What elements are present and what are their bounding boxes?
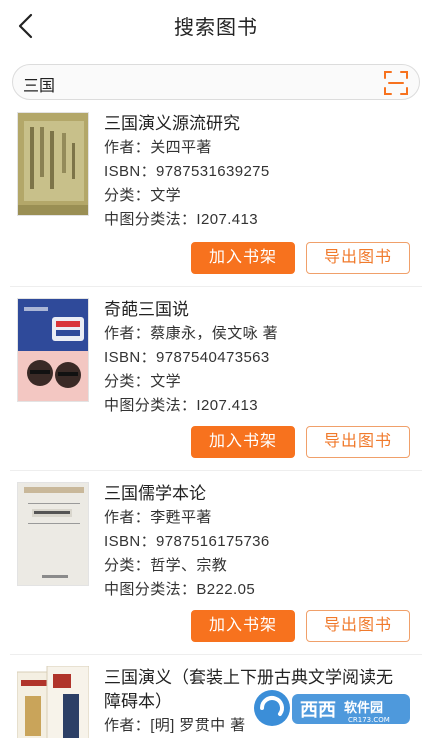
author-value: 李甦平著 (150, 509, 212, 526)
clc-value: I207.413 (196, 397, 258, 414)
page-title: 搜索图书 (174, 17, 258, 39)
author-label: 作者： (104, 509, 151, 526)
header-bar: 搜索图书 (0, 0, 432, 56)
clc-row: 中图分类法：I207.413 (104, 394, 278, 418)
book-cover (17, 666, 89, 738)
isbn-value: 9787531639275 (156, 163, 270, 180)
isbn-value: 9787516175736 (156, 533, 270, 550)
author-row: 作者：李甦平著 (104, 506, 270, 530)
clc-label: 中图分类法： (104, 211, 197, 228)
book-info: 三国演义源流研究 作者：关四平著 ISBN：9787531639275 分类：文… (104, 112, 270, 232)
author-value: [明] 罗贯中 著 (150, 717, 246, 734)
isbn-row: ISBN：9787531639275 (104, 160, 270, 184)
author-value: 蔡康永，侯文咏 著 (150, 325, 278, 342)
add-to-shelf-button[interactable]: 加入书架 (191, 242, 295, 274)
watermark-url: CR173.COM (348, 716, 390, 724)
isbn-row: ISBN：9787540473563 (104, 346, 278, 370)
book-title[interactable]: 奇葩三国说 (104, 298, 278, 322)
isbn-label: ISBN： (104, 533, 157, 550)
clc-row: 中图分类法：I207.413 (104, 208, 270, 232)
author-row: 作者：关四平著 (104, 136, 270, 160)
add-to-shelf-button[interactable]: 加入书架 (191, 426, 295, 458)
isbn-row: ISBN：9787516175736 (104, 530, 270, 554)
clc-value: B222.05 (196, 581, 256, 598)
export-book-button[interactable]: 导出图书 (306, 242, 410, 274)
author-row: 作者：蔡康永，侯文咏 著 (104, 322, 278, 346)
clc-row: 中图分类法：B222.05 (104, 578, 270, 602)
book-info: 三国儒学本论 作者：李甦平著 ISBN：9787516175736 分类：哲学、… (104, 482, 270, 602)
category-value: 文学 (150, 373, 182, 390)
category-row: 分类：哲学、宗教 (104, 554, 270, 578)
search-box[interactable]: 三国 (12, 64, 420, 100)
export-book-button[interactable]: 导出图书 (306, 610, 410, 642)
category-label: 分类： (104, 187, 151, 204)
author-value: 关四平著 (150, 139, 212, 156)
category-row: 分类：文学 (104, 184, 270, 208)
author-label: 作者： (104, 717, 151, 734)
isbn-label: ISBN： (104, 163, 157, 180)
divider (10, 654, 422, 655)
divider (10, 470, 422, 471)
export-book-button[interactable]: 导出图书 (306, 426, 410, 458)
book-info: 奇葩三国说 作者：蔡康永，侯文咏 著 ISBN：9787540473563 分类… (104, 298, 278, 418)
watermark-brand: 软件园 (344, 700, 383, 716)
clc-value: I207.413 (196, 211, 258, 228)
category-value: 文学 (150, 187, 182, 204)
book-cover (17, 298, 89, 402)
book-title[interactable]: 三国儒学本论 (104, 482, 270, 506)
site-watermark-logo: 西西 软件园 CR173.COM (254, 690, 410, 726)
clc-label: 中图分类法： (104, 397, 197, 414)
divider (10, 286, 422, 287)
category-value: 哲学、宗教 (150, 557, 228, 574)
watermark-text: 西西 (300, 700, 336, 721)
add-to-shelf-button[interactable]: 加入书架 (191, 610, 295, 642)
category-row: 分类：文学 (104, 370, 278, 394)
author-label: 作者： (104, 325, 151, 342)
category-label: 分类： (104, 373, 151, 390)
book-cover (17, 112, 89, 216)
search-input[interactable]: 三国 (23, 72, 55, 96)
scan-icon[interactable] (383, 70, 409, 96)
category-label: 分类： (104, 557, 151, 574)
book-cover (17, 482, 89, 586)
author-label: 作者： (104, 139, 151, 156)
book-list: 三国演义源流研究 作者：关四平著 ISBN：9787531639275 分类：文… (0, 112, 432, 738)
clc-label: 中图分类法： (104, 581, 197, 598)
book-title[interactable]: 三国演义源流研究 (104, 112, 270, 136)
isbn-value: 9787540473563 (156, 349, 270, 366)
isbn-label: ISBN： (104, 349, 157, 366)
